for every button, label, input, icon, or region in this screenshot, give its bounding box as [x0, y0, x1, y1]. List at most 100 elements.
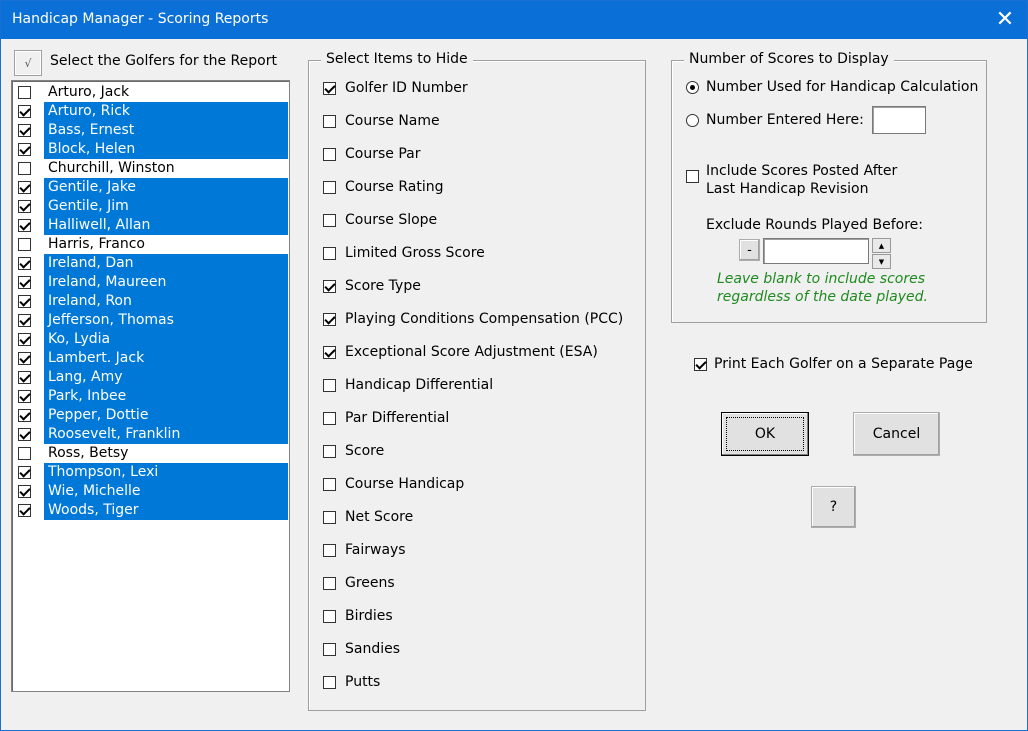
- golfer-row[interactable]: Roosevelt, Franklin: [14, 425, 288, 444]
- clear-date-button[interactable]: -: [739, 239, 760, 261]
- golfer-row[interactable]: Ross, Betsy: [14, 444, 288, 463]
- golfer-checkbox[interactable]: [18, 333, 31, 346]
- golfer-row[interactable]: Wie, Michelle: [14, 482, 288, 501]
- golfer-checkbox[interactable]: [18, 181, 31, 194]
- golfer-checkbox[interactable]: [18, 86, 31, 99]
- golfer-checkbox[interactable]: [18, 162, 31, 175]
- golfer-checkbox[interactable]: [18, 447, 31, 460]
- hide-item-option[interactable]: Putts: [323, 672, 380, 692]
- hide-item-option[interactable]: Greens: [323, 573, 395, 593]
- golfer-row[interactable]: Ko, Lydia: [14, 330, 288, 349]
- golfer-row[interactable]: Gentile, Jim: [14, 197, 288, 216]
- radio-entered-option[interactable]: Number Entered Here:: [686, 112, 864, 128]
- golfer-checkbox[interactable]: [18, 124, 31, 137]
- radio-entered-button[interactable]: [686, 113, 699, 127]
- golfer-checkbox[interactable]: [18, 390, 31, 403]
- close-icon[interactable]: ✕: [983, 1, 1027, 39]
- golfer-checkbox[interactable]: [18, 314, 31, 327]
- cancel-button[interactable]: Cancel: [853, 412, 940, 456]
- hide-item-option[interactable]: Exceptional Score Adjustment (ESA): [323, 342, 598, 362]
- golfer-row[interactable]: Pepper, Dottie: [14, 406, 288, 425]
- golfer-checkbox[interactable]: [18, 466, 31, 479]
- golfer-checkbox[interactable]: [18, 428, 31, 441]
- help-button[interactable]: ?: [811, 486, 856, 528]
- golfer-row[interactable]: Lambert. Jack: [14, 349, 288, 368]
- hide-item-option[interactable]: Score: [323, 441, 384, 461]
- golfer-checkbox[interactable]: [18, 485, 31, 498]
- exclude-date-input[interactable]: [763, 238, 869, 264]
- hide-item-checkbox[interactable]: [323, 510, 336, 524]
- hide-item-checkbox[interactable]: [323, 378, 336, 392]
- golfer-checkbox[interactable]: [18, 105, 31, 118]
- hide-item-checkbox[interactable]: [323, 147, 336, 161]
- hide-item-checkbox[interactable]: [323, 543, 336, 557]
- hide-item-checkbox[interactable]: [323, 114, 336, 128]
- hide-item-checkbox[interactable]: [323, 642, 336, 656]
- hide-item-option[interactable]: Playing Conditions Compensation (PCC): [323, 309, 623, 329]
- hide-item-option[interactable]: Score Type: [323, 276, 421, 296]
- date-spin-up-icon[interactable]: ▲: [872, 238, 891, 253]
- golfer-row[interactable]: Ireland, Ron: [14, 292, 288, 311]
- golfer-checkbox[interactable]: [18, 219, 31, 232]
- golfer-row[interactable]: Woods, Tiger: [14, 501, 288, 520]
- hide-item-checkbox[interactable]: [323, 609, 336, 623]
- ok-button[interactable]: OK: [721, 412, 809, 456]
- golfer-row[interactable]: Park, Inbee: [14, 387, 288, 406]
- golfer-row[interactable]: Jefferson, Thomas: [14, 311, 288, 330]
- hide-item-checkbox[interactable]: [323, 279, 336, 293]
- hide-item-checkbox[interactable]: [323, 81, 336, 95]
- hide-item-checkbox[interactable]: [323, 411, 336, 425]
- print-separate-option[interactable]: Print Each Golfer on a Separate Page: [694, 356, 973, 372]
- golfer-listbox[interactable]: Arturo, Jack Arturo, Rick Bass, Ernest Bloc…: [11, 80, 290, 692]
- golfer-checkbox[interactable]: [18, 371, 31, 384]
- golfer-row[interactable]: Bass, Ernest: [14, 121, 288, 140]
- include-posted-option[interactable]: Include Scores Posted After Last Handica…: [686, 162, 897, 198]
- golfer-checkbox[interactable]: [18, 504, 31, 517]
- select-all-button[interactable]: √: [14, 50, 42, 76]
- hide-item-checkbox[interactable]: [323, 312, 336, 326]
- hide-item-option[interactable]: Golfer ID Number: [323, 78, 468, 98]
- scores-count-input[interactable]: [872, 106, 926, 134]
- radio-used-option[interactable]: Number Used for Handicap Calculation: [686, 79, 978, 95]
- hide-item-checkbox[interactable]: [323, 576, 336, 590]
- golfer-checkbox[interactable]: [18, 352, 31, 365]
- hide-item-option[interactable]: Course Name: [323, 111, 440, 131]
- hide-item-checkbox[interactable]: [323, 477, 336, 491]
- golfer-row[interactable]: Halliwell, Allan: [14, 216, 288, 235]
- golfer-row[interactable]: Ireland, Dan: [14, 254, 288, 273]
- hide-item-option[interactable]: Course Par: [323, 144, 420, 164]
- golfer-checkbox[interactable]: [18, 257, 31, 270]
- golfer-checkbox[interactable]: [18, 143, 31, 156]
- golfer-checkbox[interactable]: [18, 409, 31, 422]
- date-spin-down-icon[interactable]: ▼: [872, 254, 891, 269]
- include-posted-checkbox[interactable]: [686, 170, 699, 183]
- hide-item-checkbox[interactable]: [323, 444, 336, 458]
- hide-item-option[interactable]: Net Score: [323, 507, 413, 527]
- radio-used-button[interactable]: [686, 80, 699, 94]
- golfer-row[interactable]: Harris, Franco: [14, 235, 288, 254]
- hide-item-checkbox[interactable]: [323, 180, 336, 194]
- golfer-row[interactable]: Block, Helen: [14, 140, 288, 159]
- golfer-row[interactable]: Arturo, Rick: [14, 102, 288, 121]
- golfer-row[interactable]: Gentile, Jake: [14, 178, 288, 197]
- hide-item-option[interactable]: Limited Gross Score: [323, 243, 485, 263]
- golfer-row[interactable]: Lang, Amy: [14, 368, 288, 387]
- hide-item-option[interactable]: Course Handicap: [323, 474, 464, 494]
- hide-item-checkbox[interactable]: [323, 345, 336, 359]
- hide-item-checkbox[interactable]: [323, 246, 336, 260]
- golfer-row[interactable]: Churchill, Winston: [14, 159, 288, 178]
- golfer-row[interactable]: Ireland, Maureen: [14, 273, 288, 292]
- golfer-checkbox[interactable]: [18, 295, 31, 308]
- golfer-checkbox[interactable]: [18, 238, 31, 251]
- hide-item-option[interactable]: Handicap Differential: [323, 375, 493, 395]
- hide-item-option[interactable]: Course Rating: [323, 177, 443, 197]
- hide-item-checkbox[interactable]: [323, 675, 336, 689]
- hide-item-option[interactable]: Course Slope: [323, 210, 437, 230]
- hide-item-option[interactable]: Par Differential: [323, 408, 449, 428]
- print-separate-checkbox[interactable]: [694, 357, 707, 371]
- hide-item-option[interactable]: Fairways: [323, 540, 406, 560]
- golfer-row[interactable]: Thompson, Lexi: [14, 463, 288, 482]
- hide-item-option[interactable]: Sandies: [323, 639, 400, 659]
- golfer-checkbox[interactable]: [18, 200, 31, 213]
- hide-item-option[interactable]: Birdies: [323, 606, 393, 626]
